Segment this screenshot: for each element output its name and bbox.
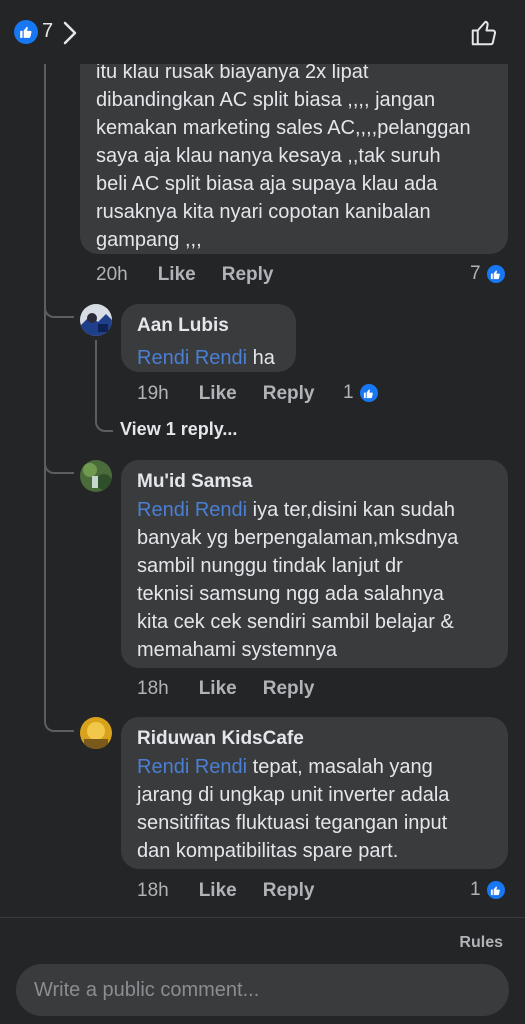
comment-text: Rendi Rendi ha: [137, 344, 280, 372]
reply-bubble: Mu'id Samsa Rendi Rendi iya ter,disini k…: [121, 460, 508, 668]
reply-button[interactable]: Reply: [263, 383, 315, 405]
like-reaction-icon: [484, 879, 507, 901]
comment-line: gampang ,,,: [96, 229, 202, 251]
comment-line: dan kompatibilitas spare part.: [137, 840, 399, 862]
view-replies-link[interactable]: View 1 reply...: [120, 419, 237, 440]
thread-connector: [44, 710, 74, 732]
thread-line: [44, 64, 46, 714]
reaction-count: 1: [343, 382, 354, 403]
comment-actions: 19h Like Reply: [137, 383, 340, 405]
comment-line: Rendi Rendi tepat, masalah yang: [137, 753, 492, 781]
avatar[interactable]: [80, 717, 112, 749]
reactions-header: 7: [0, 0, 525, 64]
comment-line-text: iya ter,disini kan sudah: [252, 499, 455, 521]
reaction-count[interactable]: 7: [42, 20, 53, 43]
reaction-count: 1: [470, 879, 481, 900]
comment-line: beli AC split biasa aja supaya klau ada: [96, 173, 438, 195]
reaction-count: 7: [470, 263, 481, 284]
comment-actions: 18h Like Reply: [137, 678, 340, 700]
mention-link[interactable]: Rendi Rendi: [137, 499, 247, 521]
comment-line: ha: [252, 347, 275, 369]
thread-connector: [44, 452, 74, 474]
thread-connector: [44, 296, 74, 318]
avatar[interactable]: [80, 460, 112, 492]
like-button[interactable]: Like: [199, 880, 237, 902]
comment-actions: 18h Like Reply: [137, 880, 340, 902]
comment-author[interactable]: Riduwan KidsCafe: [137, 727, 492, 751]
comment-time[interactable]: 18h: [137, 880, 169, 902]
comment-line: memahami systemnya: [137, 639, 338, 661]
comment-line: saya aja klau nanya kesaya ,,tak suruh: [96, 145, 441, 167]
rules-link[interactable]: Rules: [459, 934, 503, 952]
like-button[interactable]: Like: [199, 383, 237, 405]
like-reaction-icon: [357, 382, 380, 404]
comment-time[interactable]: 18h: [137, 678, 169, 700]
like-post-icon[interactable]: [469, 18, 499, 53]
comment-author[interactable]: Aan Lubis: [137, 314, 280, 338]
like-button[interactable]: Like: [199, 678, 237, 700]
comment-time[interactable]: 20h: [96, 264, 128, 286]
comment-line-text: tepat, masalah yang: [252, 756, 433, 778]
comment-line: sambil nunggu tindak lanjut dr: [137, 555, 403, 577]
avatar[interactable]: [80, 304, 112, 336]
comment-input[interactable]: [16, 964, 509, 1016]
comment-line: dibandingkan AC split biasa ,,,, jangan: [96, 89, 436, 111]
comment-line: Rendi Rendi iya ter,disini kan sudah: [137, 496, 492, 524]
reply-button[interactable]: Reply: [263, 678, 315, 700]
reply-bubble: Riduwan KidsCafe Rendi Rendi tepat, masa…: [121, 717, 508, 869]
like-reaction-icon[interactable]: [14, 20, 38, 44]
comment-line: kemakan marketing sales AC,,,,pelanggan: [96, 117, 471, 139]
comment-line: banyak yg berpengalaman,mksdnya: [137, 527, 459, 549]
reply-button[interactable]: Reply: [222, 264, 274, 286]
comment-line: jarang di ungkap unit inverter adala: [137, 784, 450, 806]
comment-time[interactable]: 19h: [137, 383, 169, 405]
comment-line: kita cek cek sendiri sambil belajar &: [137, 611, 454, 633]
comment-author[interactable]: Mu'id Samsa: [137, 470, 492, 494]
chevron-right-icon[interactable]: [62, 20, 78, 51]
comment-reactions[interactable]: 7: [470, 263, 507, 285]
like-button[interactable]: Like: [158, 264, 196, 286]
thread-connector: [95, 412, 113, 432]
reply-button[interactable]: Reply: [263, 880, 315, 902]
comment-line: teknisi samsung ngg ada salahnya: [137, 583, 444, 605]
comment-reactions[interactable]: 1: [343, 382, 380, 404]
comment-bubble: itu klau rusak biayanya 2x lipat dibandi…: [80, 44, 508, 254]
mention-link[interactable]: Rendi Rendi: [137, 756, 247, 778]
comment-line: rusaknya kita nyari copotan kanibalan: [96, 201, 431, 223]
like-reaction-icon: [484, 263, 507, 285]
thread-line: [95, 340, 97, 420]
mention-link[interactable]: Rendi Rendi: [137, 347, 247, 369]
comment-composer: Rules: [0, 917, 525, 1024]
comment-line: sensitifitas fluktuasi tegangan input: [137, 812, 448, 834]
reply-bubble: Aan Lubis Rendi Rendi ha: [121, 304, 296, 372]
comment-reactions[interactable]: 1: [470, 879, 507, 901]
comment-actions: 20h Like Reply: [96, 264, 299, 286]
